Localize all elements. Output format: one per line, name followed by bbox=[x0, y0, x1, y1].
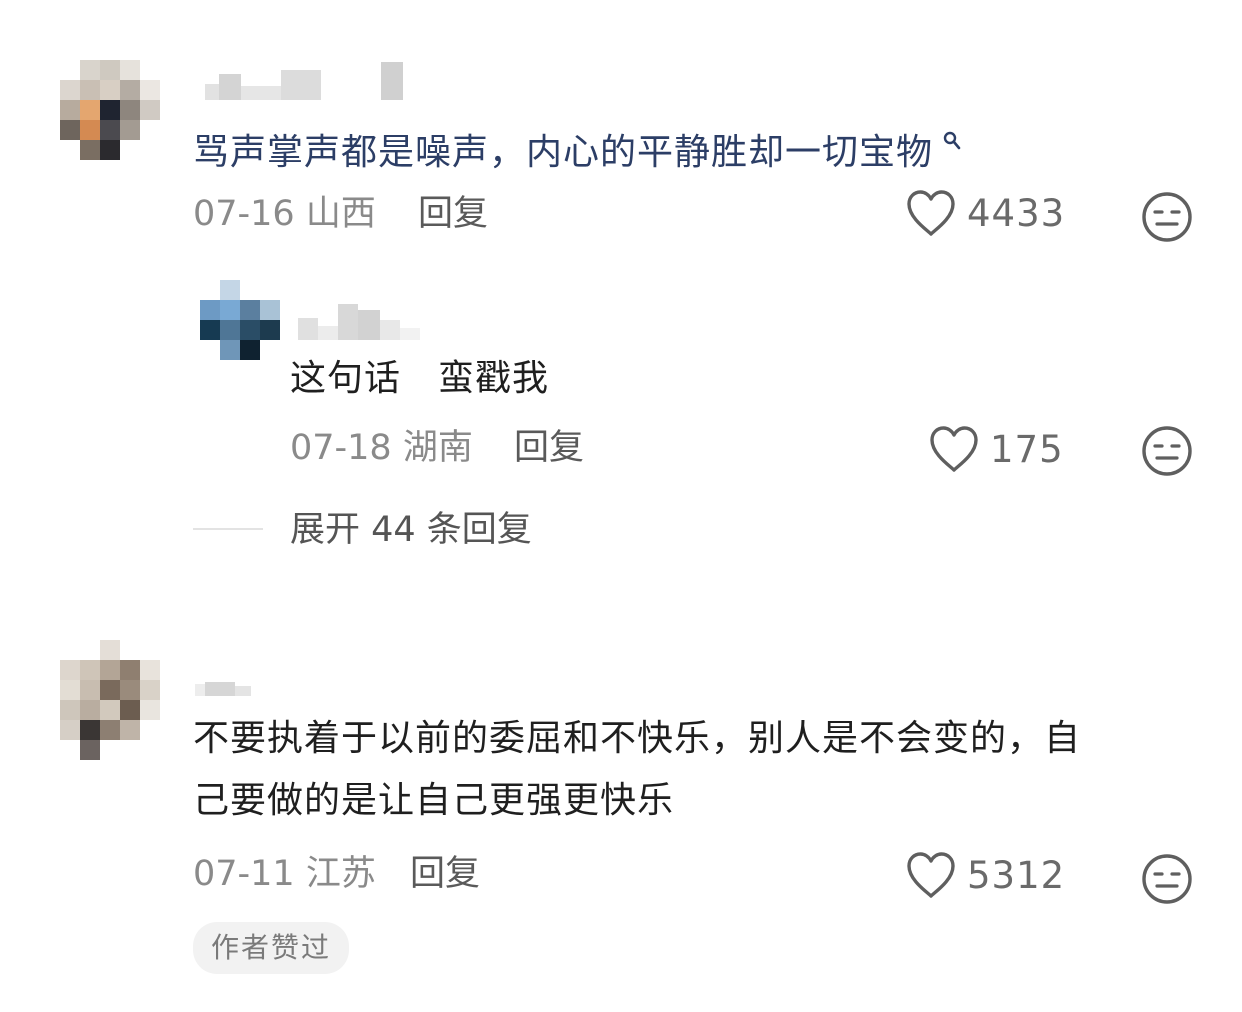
like-count: 4433 bbox=[967, 191, 1066, 235]
comment-text[interactable]: 骂声掌声都是噪声，内心的平静胜却一切宝物 bbox=[193, 114, 961, 184]
like-button[interactable]: 4433 bbox=[905, 188, 1065, 238]
reply-button[interactable]: 回复 bbox=[410, 854, 480, 894]
comment-meta: 07-16 山西 bbox=[193, 194, 376, 234]
reply-avatar[interactable] bbox=[200, 280, 280, 360]
reply-like-count: 175 bbox=[990, 427, 1064, 471]
avatar[interactable] bbox=[60, 640, 160, 760]
reply-meta: 07-18 湖南 bbox=[290, 428, 473, 468]
comment-meta: 07-11 江苏 bbox=[193, 854, 376, 894]
comment-text-line: 不要执着于以前的委屈和不快乐，别人是不会变的，自 bbox=[193, 718, 1082, 759]
reply-location: 湖南 bbox=[402, 428, 473, 468]
neutral-face-icon[interactable] bbox=[1140, 190, 1194, 244]
expand-replies-button[interactable]: 展开 44 条回复 bbox=[290, 510, 532, 550]
reply-button[interactable]: 回复 bbox=[514, 428, 584, 468]
heart-outline-icon bbox=[907, 190, 955, 236]
reply-username-blurred[interactable] bbox=[298, 298, 420, 340]
username-blurred[interactable] bbox=[195, 670, 251, 696]
comment-text[interactable]: 不要执着于以前的委屈和不快乐，别人是不会变的，自 己要做的是让自己更强更快乐 bbox=[193, 708, 1081, 832]
neutral-face-icon[interactable] bbox=[1140, 852, 1194, 906]
reply-text[interactable]: 这句话 蛮戳我 bbox=[290, 348, 549, 410]
reply-like-button[interactable]: 175 bbox=[928, 424, 1064, 474]
author-liked-badge: 作者赞过 bbox=[193, 922, 350, 974]
search-icon[interactable] bbox=[935, 131, 961, 157]
expand-divider bbox=[193, 528, 263, 530]
comment-date: 07-16 bbox=[193, 194, 295, 234]
comment-text-line: 己要做的是让自己更强更快乐 bbox=[193, 780, 675, 821]
comment-location: 江苏 bbox=[305, 854, 376, 894]
username-blurred[interactable] bbox=[205, 60, 403, 100]
comment-date: 07-11 bbox=[193, 854, 295, 894]
reply-button[interactable]: 回复 bbox=[418, 194, 488, 234]
comment-location: 山西 bbox=[305, 194, 376, 234]
heart-outline-icon bbox=[907, 852, 955, 898]
heart-outline-icon bbox=[930, 426, 978, 472]
neutral-face-icon[interactable] bbox=[1140, 424, 1194, 478]
like-button[interactable]: 5312 bbox=[905, 850, 1065, 900]
like-count: 5312 bbox=[967, 853, 1066, 897]
avatar[interactable] bbox=[60, 60, 160, 160]
reply-date: 07-18 bbox=[290, 428, 392, 468]
comment-text-content: 骂声掌声都是噪声，内心的平静胜却一切宝物 bbox=[193, 132, 934, 173]
